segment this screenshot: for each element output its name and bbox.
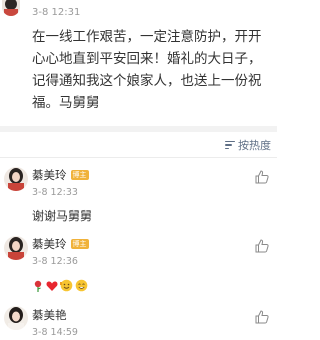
comment-time: 3-8 14:59 bbox=[32, 327, 78, 338]
cheer-emoji-icon bbox=[60, 277, 73, 296]
rose-icon bbox=[32, 277, 44, 296]
heart-icon bbox=[46, 277, 58, 296]
sort-label: 按热度 bbox=[238, 139, 271, 152]
avatar[interactable] bbox=[2, 0, 20, 16]
comment-time: 3-8 12:33 bbox=[32, 187, 78, 198]
thumb-up-icon[interactable] bbox=[255, 169, 269, 184]
comment-sort-bar: 按热度 bbox=[0, 132, 277, 158]
sort-lines-icon bbox=[225, 140, 235, 150]
comment-text: 谢谢马舅舅 bbox=[32, 209, 93, 223]
avatar[interactable] bbox=[4, 236, 28, 260]
comment-time: 3-8 12:36 bbox=[32, 256, 78, 267]
thumb-up-icon[interactable] bbox=[255, 309, 269, 324]
post-line: 心心地直到平安回来！婚礼的大日子， bbox=[32, 51, 262, 67]
top-post: 3-8 12:31 在一线工作艰苦，一定注意防护，开开 心心地直到平安回来！婚礼… bbox=[0, 0, 277, 126]
post-line: 记得通知我这个娘家人，也送上一份祝 bbox=[32, 73, 262, 89]
author-name[interactable]: 綦美艳 bbox=[32, 307, 67, 323]
avatar[interactable] bbox=[4, 167, 28, 191]
comment-author-row: 綦美艳 bbox=[32, 307, 67, 323]
comment-author-row: 綦美玲 博主 bbox=[32, 236, 89, 252]
sort-by-hot-button[interactable]: 按热度 bbox=[225, 137, 271, 153]
comment-item: 綦美艳 3-8 14:59 bbox=[0, 304, 277, 340]
smile-emoji-icon bbox=[75, 277, 88, 296]
thumb-up-icon[interactable] bbox=[255, 238, 269, 253]
author-badge: 博主 bbox=[70, 239, 89, 249]
post-line: 福。马舅舅 bbox=[32, 95, 100, 111]
comment-item: 綦美玲 博主 3-8 12:33 谢谢马舅舅 bbox=[0, 160, 277, 223]
comment-emoji-row bbox=[32, 277, 88, 296]
post-text: 在一线工作艰苦，一定注意防护，开开 心心地直到平安回来！婚礼的大日子， 记得通知… bbox=[32, 26, 272, 114]
post-line: 在一线工作艰苦，一定注意防护，开开 bbox=[32, 29, 262, 45]
author-name[interactable]: 綦美玲 bbox=[32, 236, 67, 252]
comment-item: 綦美玲 博主 3-8 12:36 bbox=[0, 234, 277, 294]
author-name[interactable]: 綦美玲 bbox=[32, 167, 67, 183]
avatar[interactable] bbox=[4, 306, 28, 330]
post-time: 3-8 12:31 bbox=[32, 7, 81, 18]
author-badge: 博主 bbox=[70, 170, 89, 180]
comment-author-row: 綦美玲 博主 bbox=[32, 167, 89, 183]
